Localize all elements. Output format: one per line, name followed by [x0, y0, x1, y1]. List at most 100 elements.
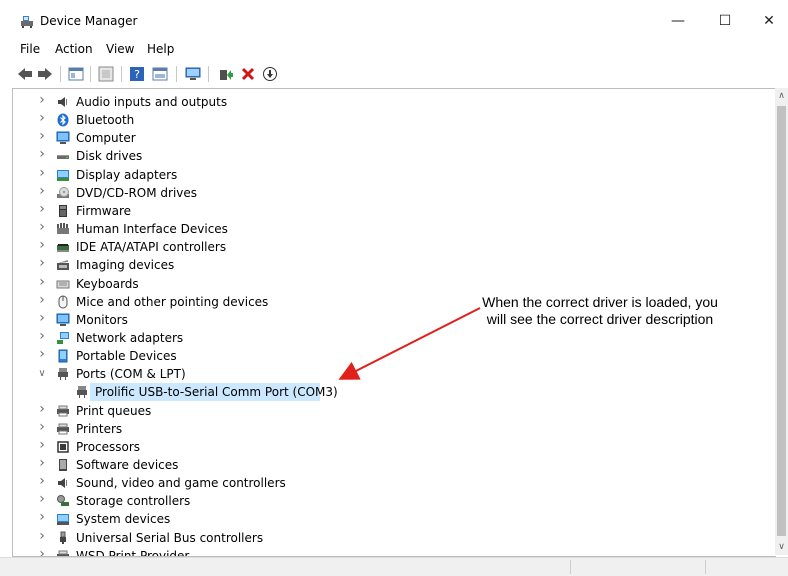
- chevron-down-icon[interactable]: ∨: [37, 368, 47, 380]
- chevron-right-icon[interactable]: ›: [37, 202, 47, 216]
- close-button[interactable]: ✕: [754, 9, 784, 33]
- properties-button[interactable]: [67, 65, 85, 83]
- tree-node-label: WSD Print Provider: [76, 548, 190, 557]
- chevron-right-icon[interactable]: ›: [37, 456, 47, 470]
- chevron-down-icon: ∨: [778, 542, 785, 552]
- menu-help[interactable]: Help: [147, 42, 174, 56]
- tree-node-label: Print queues: [76, 403, 152, 418]
- chevron-right-icon[interactable]: ›: [37, 238, 47, 252]
- chevron-right-icon[interactable]: ›: [37, 111, 47, 125]
- toolbar-separator: [121, 66, 122, 82]
- tree-node[interactable]: › Software devices: [13, 456, 343, 474]
- usb-icon: [56, 531, 70, 545]
- tree-node[interactable]: › Display adapters: [13, 166, 343, 184]
- tree-node[interactable]: › Print queues: [13, 402, 343, 420]
- tree-node[interactable]: › System devices: [13, 510, 343, 528]
- chevron-right-icon[interactable]: ›: [37, 438, 47, 452]
- display-adapter-icon: [56, 168, 70, 182]
- scroll-down-button[interactable]: ∨: [775, 539, 788, 555]
- tree-node[interactable]: › Keyboards: [13, 275, 343, 293]
- chevron-right-icon[interactable]: ›: [37, 311, 47, 325]
- chevron-right-icon[interactable]: ›: [37, 184, 47, 198]
- tree-node-label: Human Interface Devices: [76, 222, 228, 237]
- close-icon: ✕: [763, 13, 775, 29]
- tree-node[interactable]: › Universal Serial Bus controllers: [13, 529, 343, 547]
- menu-bar: File Action View Help: [0, 40, 788, 60]
- menu-action[interactable]: Action: [55, 42, 93, 56]
- properties-icon: [68, 67, 84, 81]
- maximize-button[interactable]: ☐: [710, 9, 740, 33]
- chevron-right-icon[interactable]: ›: [37, 529, 47, 543]
- tree-node[interactable]: › Storage controllers: [13, 492, 343, 510]
- chevron-right-icon[interactable]: ›: [37, 474, 47, 488]
- port-icon: [75, 385, 89, 399]
- tree-node[interactable]: › Network adapters: [13, 329, 343, 347]
- svg-text:?: ?: [134, 68, 140, 81]
- tree-node[interactable]: › Firmware: [13, 202, 343, 220]
- tree-node[interactable]: › Human Interface Devices: [13, 220, 343, 238]
- chevron-up-icon: ∧: [778, 91, 785, 101]
- tree-node[interactable]: › Printers: [13, 420, 343, 438]
- tree-node[interactable]: › Computer: [13, 129, 343, 147]
- chevron-right-icon[interactable]: ›: [37, 93, 47, 107]
- tree-node-child[interactable]: Prolific USB-to-Serial Comm Port (COM3): [13, 383, 343, 402]
- tree-node-label: Prolific USB-to-Serial Comm Port (COM3): [95, 385, 338, 400]
- chevron-right-icon[interactable]: ›: [37, 420, 47, 434]
- tree-node[interactable]: › Sound, video and game controllers: [13, 474, 343, 492]
- scroll-up-button[interactable]: ∧: [775, 88, 788, 104]
- disable-device-button[interactable]: [261, 65, 279, 83]
- tree-node[interactable]: › Monitors: [13, 311, 343, 329]
- view-button[interactable]: [151, 65, 169, 83]
- tree-node[interactable]: › WSD Print Provider: [13, 547, 343, 557]
- portable-device-icon: [56, 349, 70, 363]
- tree-node[interactable]: › Disk drives: [13, 147, 343, 165]
- chevron-right-icon[interactable]: ›: [37, 220, 47, 234]
- tree-node[interactable]: ∨ Ports (COM & LPT): [13, 365, 343, 383]
- forward-button[interactable]: [36, 65, 54, 83]
- printer-icon: [56, 422, 70, 436]
- chevron-right-icon[interactable]: ›: [37, 402, 47, 416]
- tree-node-label: Firmware: [76, 203, 131, 218]
- menu-file[interactable]: File: [20, 42, 40, 56]
- update-driver-button[interactable]: [217, 65, 235, 83]
- chevron-right-icon[interactable]: ›: [37, 293, 47, 307]
- printer-icon: [56, 404, 70, 418]
- network-adapter-icon: [56, 331, 70, 345]
- annotation-arrow: [338, 307, 481, 380]
- scan-hardware-button[interactable]: [184, 65, 202, 83]
- chevron-right-icon[interactable]: ›: [37, 329, 47, 343]
- help-button[interactable]: ?: [128, 65, 146, 83]
- tree-node[interactable]: › Mice and other pointing devices: [13, 293, 343, 311]
- tree-node-label: Processors: [76, 439, 141, 454]
- tree-node[interactable]: › Imaging devices: [13, 256, 343, 274]
- uninstall-button[interactable]: [239, 65, 257, 83]
- tree-node[interactable]: › Audio inputs and outputs: [13, 93, 343, 111]
- tree-node[interactable]: › IDE ATA/ATAPI controllers: [13, 238, 343, 256]
- menu-view[interactable]: View: [106, 42, 134, 56]
- chevron-right-icon[interactable]: ›: [37, 147, 47, 161]
- speaker-icon: [56, 95, 70, 109]
- chevron-right-icon[interactable]: ›: [37, 492, 47, 506]
- vertical-scrollbar[interactable]: ∧ ∨: [775, 88, 788, 555]
- show-hidden-button[interactable]: [97, 65, 115, 83]
- chevron-right-icon[interactable]: ›: [37, 166, 47, 180]
- tree-node-label: Portable Devices: [76, 349, 177, 364]
- minimize-button[interactable]: —: [663, 9, 693, 33]
- back-button[interactable]: [16, 65, 34, 83]
- tree-node[interactable]: › Bluetooth: [13, 111, 343, 129]
- speaker-icon: [56, 476, 70, 490]
- chevron-right-icon[interactable]: ›: [37, 547, 47, 556]
- chevron-right-icon[interactable]: ›: [37, 129, 47, 143]
- scrollbar-thumb[interactable]: [777, 106, 786, 536]
- device-manager-icon: [21, 16, 33, 28]
- tree-node[interactable]: › Portable Devices: [13, 347, 343, 365]
- tree-node-label: Disk drives: [76, 149, 143, 164]
- tree-node[interactable]: › Processors: [13, 438, 343, 456]
- annotation-line-1: When the correct driver is loaded, you: [482, 294, 718, 310]
- chevron-right-icon[interactable]: ›: [37, 510, 47, 524]
- tree-node[interactable]: › DVD/CD-ROM drives: [13, 184, 343, 202]
- chevron-right-icon[interactable]: ›: [37, 347, 47, 361]
- system-device-icon: [56, 512, 70, 526]
- chevron-right-icon[interactable]: ›: [37, 256, 47, 270]
- chevron-right-icon[interactable]: ›: [37, 275, 47, 289]
